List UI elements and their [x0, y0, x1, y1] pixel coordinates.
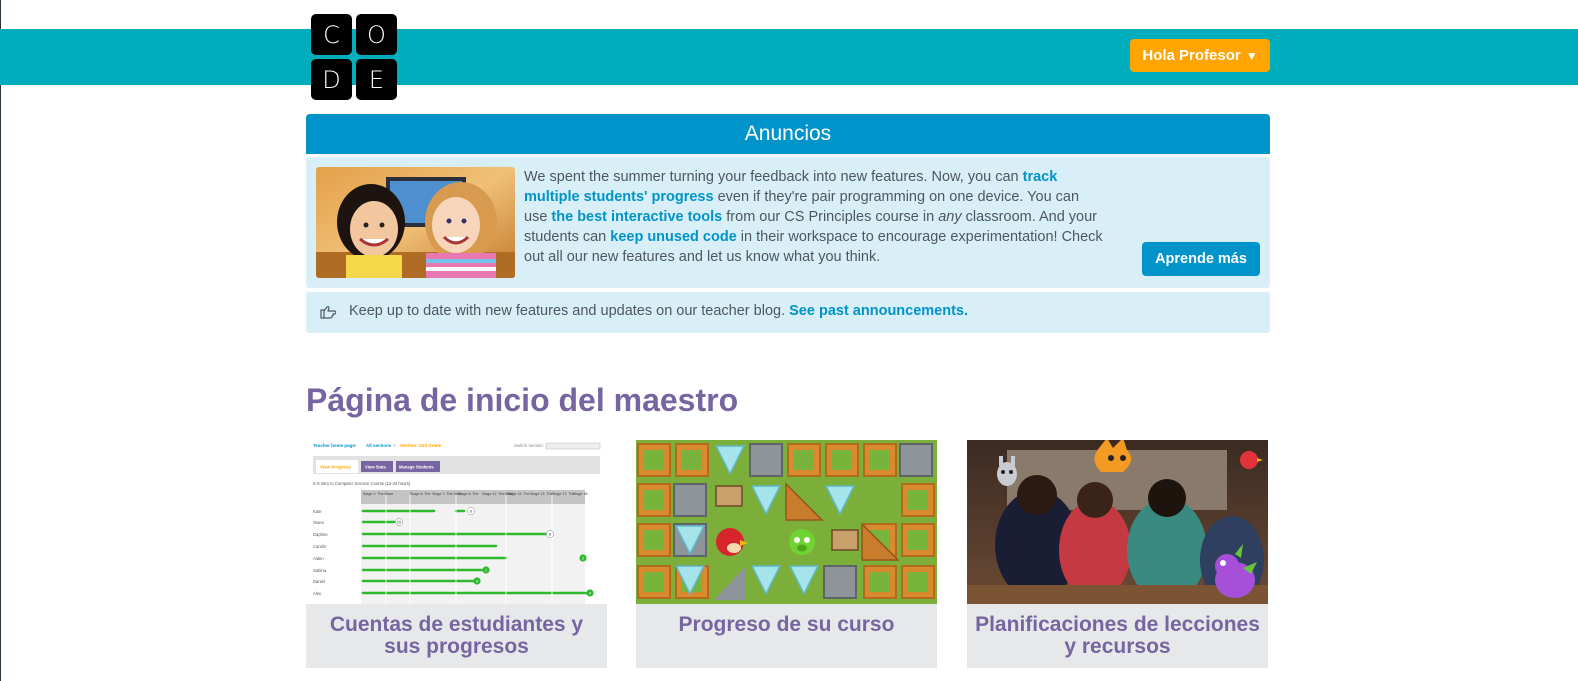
mini-stage-header: Stage 18:: [573, 492, 588, 496]
announcement-text: We spent the summer turning your feedbac…: [524, 167, 1106, 267]
interactive-tools-link[interactable]: the best interactive tools: [551, 209, 722, 225]
announcement-text-part: from our CS Principles course in: [722, 209, 939, 225]
announcement-panel: We spent the summer turning your feedbac…: [306, 157, 1270, 288]
mini-stage-header: Stage 13: The: [530, 492, 553, 496]
blog-panel: Keep up to date with new features and up…: [306, 292, 1270, 333]
mini-tab: View Progress: [320, 465, 351, 470]
mini-tab: View Stats: [365, 465, 387, 470]
mini-student-name: Carolin: [313, 544, 327, 549]
unused-code-link[interactable]: keep unused code: [610, 229, 737, 245]
mini-breadcrumb: All sections: [366, 443, 392, 448]
angry-birds-maze-image: [636, 440, 937, 604]
header-bar: [0, 29, 1578, 85]
lesson-plans-card[interactable]: Planificaciones de lecciones y recursos: [967, 440, 1268, 668]
hand-pointing-right-icon: [320, 306, 336, 319]
mini-student-name: Kate: [313, 509, 322, 514]
mini-stage-header: Stage 6: The: [410, 492, 431, 496]
mini-student-name: Owen: [313, 520, 325, 525]
mini-breadcrumb: Teacher home page: [313, 443, 355, 448]
card-caption: Planificaciones de lecciones y recursos: [975, 613, 1260, 658]
card-caption: Cuentas de estudiantes y sus progresos: [329, 613, 584, 658]
logo-tile: D: [311, 59, 352, 100]
mini-student-name: Daphne: [313, 532, 328, 537]
blog-text-part: Keep up to date with new features and up…: [349, 303, 790, 319]
logo-tile: E: [356, 59, 397, 100]
announcements-title: Anuncios: [744, 122, 832, 145]
mini-student-name: Daniel: [313, 579, 325, 584]
mini-student-name: Aiden: [313, 556, 324, 561]
course-progress-card[interactable]: Progreso de su curso: [636, 440, 937, 668]
student-progress-screenshot: Teacher home page > All sections > Secti…: [306, 440, 607, 604]
mini-switch-section: Switch section:: [514, 443, 544, 448]
past-announcements-link[interactable]: See past announcements.: [789, 303, 968, 319]
blog-text: Keep up to date with new features and up…: [349, 303, 968, 319]
code-logo[interactable]: C O D E: [311, 14, 397, 100]
announcement-emphasis: any: [938, 209, 962, 225]
mini-breadcrumb-sep: >: [354, 443, 357, 448]
logo-tile: C: [311, 14, 352, 55]
mini-tab: Manage Students: [399, 465, 434, 470]
card-caption: Progreso de su curso: [678, 613, 895, 636]
announcement-text-part: We spent the summer turning your feedbac…: [524, 169, 1023, 185]
mini-breadcrumb: Section: 2nd Grade: [400, 443, 442, 448]
mini-course-title: K-5 Intro to Computer Science Course (13…: [313, 481, 411, 486]
student-accounts-card[interactable]: Teacher home page > All sections > Secti…: [306, 440, 607, 668]
mini-student-name: Alex: [313, 591, 322, 596]
mini-student-name: Sabina: [313, 568, 327, 573]
user-menu-button[interactable]: Hola Profesor ▼: [1130, 39, 1270, 72]
window-edge: [0, 0, 1, 681]
mini-breadcrumb-sep: >: [393, 443, 396, 448]
mini-stage-header: Stage 12: The: [507, 492, 530, 496]
user-menu-label: Hola Profesor: [1142, 47, 1241, 64]
classroom-photo: [967, 440, 1268, 604]
mini-level-badge: 10: [397, 520, 402, 525]
mini-stage-header: Stage 8: The: [458, 492, 479, 496]
announcements-header: Anuncios: [306, 114, 1270, 154]
logo-tile: O: [356, 14, 397, 55]
mini-stage-header: Stage 2: The Maze: [363, 492, 393, 496]
mini-stage-header: Stage 17: The: [552, 492, 575, 496]
caret-down-icon: ▼: [1245, 48, 1258, 63]
learn-more-button[interactable]: Aprende más: [1142, 242, 1260, 276]
announcement-image: [316, 167, 515, 278]
page-title: Página de inicio del maestro: [306, 382, 739, 418]
